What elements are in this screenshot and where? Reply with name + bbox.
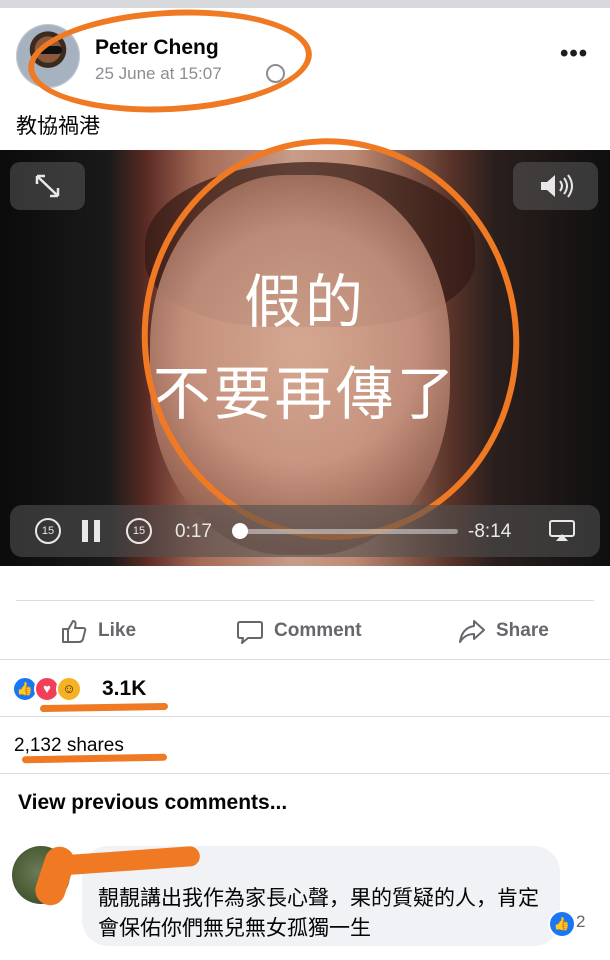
like-reaction-icon: 👍 [548, 910, 576, 938]
expand-icon [35, 174, 60, 198]
divider [16, 600, 594, 601]
divider [0, 716, 610, 717]
volume-button[interactable] [513, 162, 598, 210]
status-bar [0, 0, 610, 8]
airplay-icon[interactable] [548, 519, 576, 543]
comment-button[interactable]: Comment [236, 617, 362, 645]
annotation-underline [21, 753, 168, 764]
skip-back-15-icon[interactable]: 15 [35, 518, 61, 544]
comment-icon [237, 621, 263, 644]
comment-reaction-count[interactable]: 2 [576, 912, 585, 932]
comment-label: Comment [274, 620, 362, 641]
thumbs-up-icon [62, 620, 87, 643]
comment-text: 靚靚講出我作為家長心聲，果的質疑的人，肯定會保佑你們無兒無女孤獨一生 [98, 887, 539, 940]
skip-forward-15-icon[interactable]: 15 [126, 518, 152, 544]
divider [0, 773, 610, 774]
more-options-icon[interactable]: ••• [560, 40, 588, 68]
fullscreen-button[interactable] [10, 162, 85, 210]
shares-count[interactable]: 2,132 shares [14, 735, 124, 757]
pause-icon[interactable] [82, 520, 102, 542]
current-time: 0:17 [175, 521, 212, 542]
annotation-underline [39, 702, 169, 713]
seek-slider[interactable] [232, 523, 458, 539]
like-button[interactable]: Like [60, 617, 136, 645]
reaction-count[interactable]: 3.1K [102, 677, 146, 701]
remaining-time: -8:14 [468, 521, 512, 542]
share-icon [459, 620, 485, 643]
like-label: Like [98, 620, 137, 641]
view-previous-comments-link[interactable]: View previous comments... [18, 791, 287, 815]
share-label: Share [496, 620, 549, 641]
post-text: 教協禍港 [16, 115, 100, 138]
speaker-icon [541, 174, 573, 198]
divider [0, 659, 610, 660]
share-button[interactable]: Share [458, 617, 549, 645]
annotation-circle [25, 2, 315, 120]
haha-reaction-icon: ☺ [56, 676, 82, 702]
